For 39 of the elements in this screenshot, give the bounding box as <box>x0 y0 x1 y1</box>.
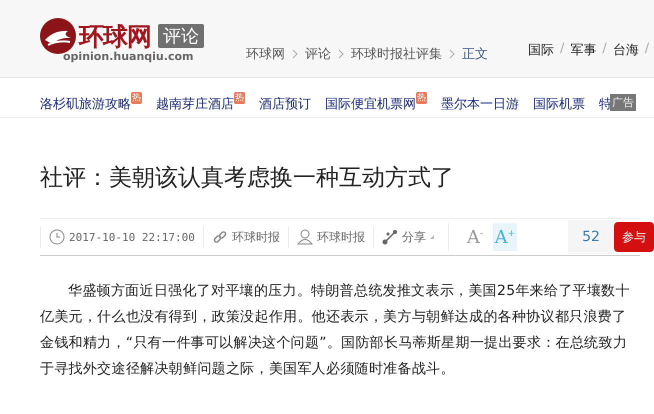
share-icon <box>382 229 398 245</box>
corner-icon <box>430 235 434 239</box>
ad-label: 广告 <box>610 94 636 111</box>
ad-link[interactable]: 越南芽庄酒店 <box>156 95 234 113</box>
source-link[interactable]: 环球时报 <box>232 228 280 246</box>
section-badge: 评论 <box>158 24 204 48</box>
nav-separator: / <box>602 41 607 58</box>
person-icon <box>296 229 313 245</box>
article-paragraph: 华盛顿方面近日强化了对平壤的压力。特朗普总统发推文表示，美国25年来给了平壤数十亿美元，什么也没有得到，政策没起作用。他还表示，美方与朝鲜达成的各种协议都只浪费了金钱和精力，“只有一件事可以解决这个问题”。国防部长马蒂斯星期一提出要求：在总统致力于寻找外交途径解决朝鲜问题之际，美国军人必须随时准备战斗。 <box>40 282 631 379</box>
chevron-right-icon <box>338 49 344 59</box>
nav-link[interactable]: 军事 <box>570 41 596 59</box>
logo-text: 环球网 <box>79 20 151 52</box>
ad-link[interactable]: 墨尔本一日游 <box>441 95 519 113</box>
breadcrumb-link[interactable]: 环球时报社评集 <box>351 45 442 63</box>
breadcrumb-link[interactable]: 环球网 <box>246 45 285 63</box>
hot-badge: 热 <box>234 92 245 104</box>
publish-time: 2017-10-10 22:17:00 <box>69 230 195 244</box>
breadcrumb-link[interactable]: 评论 <box>305 45 331 63</box>
chevron-right-icon <box>449 49 455 59</box>
join-button[interactable]: 参与 <box>614 222 654 252</box>
hot-badge: 热 <box>131 92 142 104</box>
comment-count: 52 <box>568 220 614 254</box>
chevron-right-icon <box>292 49 298 59</box>
nav-separator: / <box>644 41 650 58</box>
breadcrumb-link[interactable]: 正文 <box>462 45 488 63</box>
nav-link[interactable]: 国际 <box>528 41 554 59</box>
nav-separator: / <box>560 41 564 58</box>
nav-link[interactable]: 台海 <box>612 41 639 59</box>
ad-link[interactable]: 洛杉矶旅游攻略 <box>40 95 131 113</box>
ad-link[interactable]: 国际便宜机票网 <box>325 95 416 113</box>
author-name: 环球时报 <box>316 228 365 246</box>
logo-domain: opinion.huanqiu.com <box>63 50 194 63</box>
share-button[interactable]: 分享 <box>372 226 442 248</box>
clock-icon <box>49 229 65 245</box>
article-title: 社评：美朝该认真考虑换一种互动方式了 <box>40 164 455 193</box>
hot-badge: 热 <box>416 92 427 104</box>
link-icon <box>212 229 228 245</box>
ad-link[interactable]: 国际机票 <box>533 95 585 113</box>
ad-link[interactable]: 酒店预订 <box>259 95 311 113</box>
